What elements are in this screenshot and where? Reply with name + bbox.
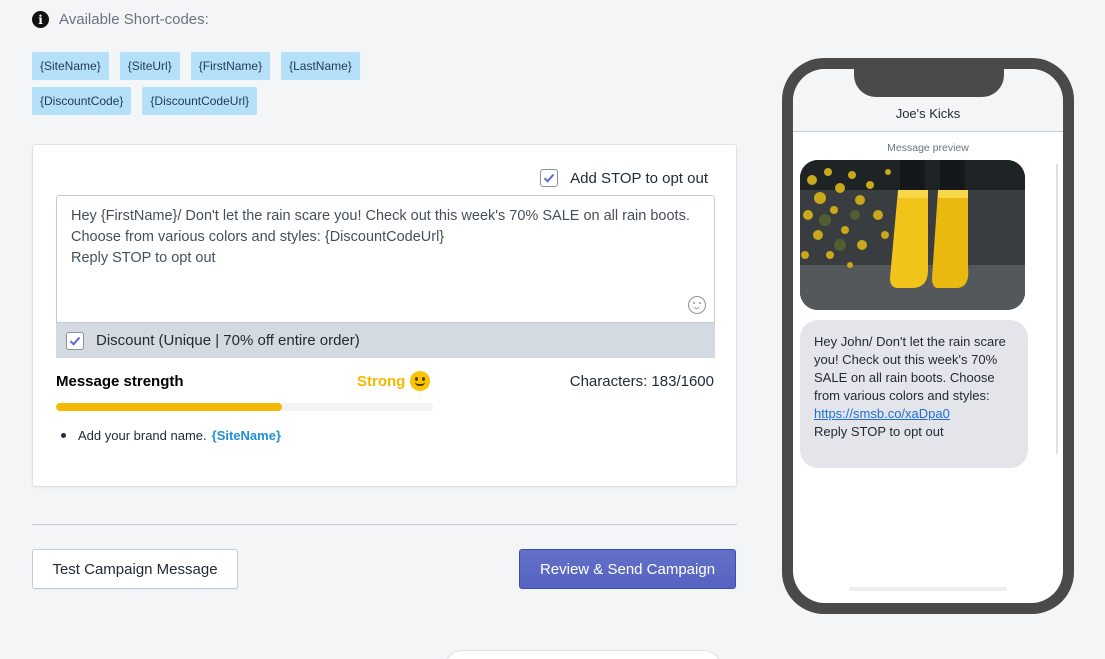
home-indicator bbox=[849, 587, 1007, 591]
preview-label: Message preview bbox=[887, 142, 969, 154]
preview-scrollbar[interactable] bbox=[1056, 164, 1058, 454]
message-card: Add STOP to opt out Hey {FirstName}/ Don… bbox=[32, 144, 737, 487]
shortcodes-row: {SiteName} {SiteUrl} {FirstName} {LastNa… bbox=[32, 52, 360, 80]
message-bubble: Hey John/ Don't let the rain scare you! … bbox=[800, 320, 1028, 468]
phone-preview: Joe's Kicks Message preview Hey John/ Do… bbox=[782, 58, 1074, 614]
shortcodes-header: i Available Short-codes: bbox=[32, 11, 209, 28]
character-count: Characters: 183/1600 bbox=[569, 373, 714, 390]
optout-option[interactable]: Add STOP to opt out bbox=[540, 169, 708, 187]
tip-item: Add your brand name. {SiteName} bbox=[61, 428, 281, 443]
rain-boots-image bbox=[800, 160, 1025, 310]
message-text[interactable]: Hey {FirstName}/ Don't let the rain scar… bbox=[71, 206, 694, 269]
discount-checkbox[interactable] bbox=[66, 331, 84, 350]
bubble-text: Hey John/ Don't let the rain scare you! … bbox=[814, 334, 1006, 403]
optout-checkbox[interactable] bbox=[540, 169, 559, 187]
shortcode-chip[interactable]: {FirstName} bbox=[190, 52, 271, 80]
shortcode-chip[interactable]: {LastName} bbox=[281, 52, 360, 80]
shortcodes-row: {DiscountCode} {DiscountCodeUrl} bbox=[32, 87, 258, 115]
phone-screen: Joe's Kicks Message preview Hey John/ Do… bbox=[793, 69, 1063, 603]
checkmark-icon bbox=[69, 336, 81, 346]
divider bbox=[32, 524, 737, 525]
message-textarea[interactable]: Hey {FirstName}/ Don't let the rain scar… bbox=[56, 195, 715, 323]
contact-name: Joe's Kicks bbox=[895, 106, 961, 121]
shortcode-chip[interactable]: {DiscountCode} bbox=[32, 87, 132, 115]
strength-value: Strong bbox=[357, 371, 431, 391]
review-send-button[interactable]: Review & Send Campaign bbox=[519, 549, 736, 589]
strength-label: Message strength bbox=[56, 373, 184, 390]
smiley-icon bbox=[410, 371, 431, 391]
bubble-footer: Reply STOP to opt out bbox=[814, 424, 944, 439]
info-icon: i bbox=[32, 11, 49, 28]
emoji-picker-icon[interactable] bbox=[688, 296, 706, 314]
tip-shortcode[interactable]: {SiteName} bbox=[212, 428, 281, 443]
phone-notch bbox=[854, 69, 1004, 97]
discount-label: Discount (Unique | 70% off entire order) bbox=[96, 332, 360, 349]
discount-option[interactable]: Discount (Unique | 70% off entire order) bbox=[56, 323, 715, 358]
checkmark-icon bbox=[543, 173, 555, 183]
strength-progress-bar bbox=[56, 403, 433, 411]
strength-text: Strong bbox=[357, 372, 406, 390]
tip-text: Add your brand name. bbox=[78, 428, 207, 443]
test-campaign-button[interactable]: Test Campaign Message bbox=[32, 549, 238, 589]
bottom-panel-edge bbox=[443, 650, 723, 659]
shortcode-chip[interactable]: {SiteUrl} bbox=[119, 52, 180, 80]
campaign-editor: i Available Short-codes: {SiteName} {Sit… bbox=[0, 0, 1105, 659]
shortcode-chip[interactable]: {DiscountCodeUrl} bbox=[142, 87, 258, 115]
optout-label: Add STOP to opt out bbox=[570, 169, 708, 187]
strength-progress-fill bbox=[56, 403, 283, 411]
shortcode-chip[interactable]: {SiteName} bbox=[32, 52, 109, 80]
bubble-link[interactable]: https://smsb.co/xaDpa0 bbox=[814, 406, 950, 421]
bullet-icon bbox=[61, 433, 66, 438]
shortcodes-title: Available Short-codes: bbox=[59, 11, 209, 28]
